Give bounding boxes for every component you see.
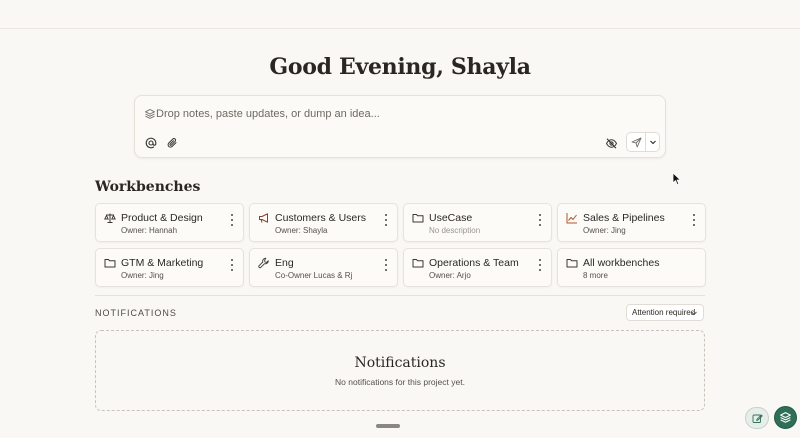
layers-icon bbox=[145, 109, 155, 119]
more-options-icon[interactable] bbox=[229, 214, 235, 226]
folder-icon bbox=[104, 259, 116, 268]
workbench-name: UseCase bbox=[429, 212, 473, 224]
attach-button[interactable] bbox=[164, 135, 180, 151]
workbench-card-sales-pipelines[interactable]: Sales & Pipelines Owner: Jing bbox=[557, 203, 706, 242]
send-options-button[interactable] bbox=[646, 133, 659, 151]
workbench-card-operations-team[interactable]: Operations & Team Owner: Arjo bbox=[403, 248, 552, 287]
send-group bbox=[626, 132, 660, 152]
notification-filter-select[interactable]: Attention required bbox=[626, 304, 704, 321]
eye-off-icon bbox=[605, 137, 617, 149]
workbench-name: Operations & Team bbox=[429, 257, 519, 269]
composer[interactable]: Drop notes, paste updates, or dump an id… bbox=[134, 95, 666, 158]
more-options-icon[interactable] bbox=[383, 259, 389, 271]
workbench-card-all-workbenches[interactable]: All workbenches 8 more bbox=[557, 248, 706, 287]
workbench-owner: Owner: Shayla bbox=[275, 226, 328, 235]
workbench-count: 8 more bbox=[583, 271, 608, 280]
more-options-icon[interactable] bbox=[229, 259, 235, 271]
workbench-card-eng[interactable]: Eng Co-Owner Lucas & Rj bbox=[249, 248, 398, 287]
workbench-card-customers-users[interactable]: Customers & Users Owner: Shayla bbox=[249, 203, 398, 242]
workbench-card-gtm-marketing[interactable]: GTM & Marketing Owner: Jing bbox=[95, 248, 244, 287]
at-sign-icon bbox=[145, 137, 157, 149]
workbenches-heading: Workbenches bbox=[95, 179, 201, 195]
workbench-description: No description bbox=[429, 226, 481, 235]
workbench-name: Customers & Users bbox=[275, 212, 367, 224]
workbench-name: All workbenches bbox=[583, 257, 660, 269]
folder-icon bbox=[412, 259, 424, 268]
layers-button[interactable] bbox=[774, 406, 797, 429]
workbench-owner: Owner: Jing bbox=[583, 226, 626, 235]
empty-state-text: No notifications for this project yet. bbox=[335, 377, 465, 387]
chart-line-icon bbox=[566, 213, 577, 224]
more-options-icon[interactable] bbox=[537, 259, 543, 271]
notification-filter-value: Attention required bbox=[632, 308, 696, 317]
layers-icon bbox=[780, 412, 791, 423]
drawer-handle[interactable] bbox=[376, 424, 400, 428]
send-button[interactable] bbox=[627, 133, 646, 151]
scale-icon bbox=[104, 213, 116, 223]
empty-state-title: Notifications bbox=[354, 355, 446, 371]
workbench-owner: Co-Owner Lucas & Rj bbox=[275, 271, 353, 280]
visibility-toggle[interactable] bbox=[603, 135, 619, 151]
workbench-owner: Owner: Jing bbox=[121, 271, 164, 280]
more-options-icon[interactable] bbox=[383, 214, 389, 226]
megaphone-icon bbox=[259, 213, 268, 223]
more-options-icon[interactable] bbox=[691, 214, 697, 226]
composer-input[interactable]: Drop notes, paste updates, or dump an id… bbox=[156, 108, 380, 120]
folder-icon bbox=[566, 259, 578, 268]
workbench-name: Eng bbox=[275, 257, 294, 269]
page-title: Good Evening, Shayla bbox=[269, 54, 531, 80]
new-note-button[interactable] bbox=[745, 407, 769, 429]
section-divider bbox=[95, 295, 705, 296]
more-options-icon[interactable] bbox=[537, 214, 543, 226]
folder-icon bbox=[412, 214, 424, 223]
send-icon bbox=[631, 137, 641, 147]
notifications-empty-state: Notifications No notifications for this … bbox=[95, 330, 705, 411]
notifications-heading: NOTIFICATIONS bbox=[95, 308, 177, 318]
paperclip-icon bbox=[167, 138, 177, 148]
chevron-down-icon bbox=[691, 311, 697, 316]
chevron-down-icon bbox=[649, 140, 656, 145]
edit-icon bbox=[752, 414, 763, 423]
mouse-cursor-icon bbox=[672, 172, 681, 185]
workbench-card-usecase[interactable]: UseCase No description bbox=[403, 203, 552, 242]
workbench-owner: Owner: Arjo bbox=[429, 271, 471, 280]
workbench-name: Sales & Pipelines bbox=[583, 212, 665, 224]
wrench-icon bbox=[258, 257, 269, 269]
mention-button[interactable] bbox=[143, 135, 159, 151]
workbench-name: GTM & Marketing bbox=[121, 257, 204, 269]
workbench-name: Product & Design bbox=[121, 212, 203, 224]
workbench-card-product-design[interactable]: Product & Design Owner: Hannah bbox=[95, 203, 244, 242]
top-divider bbox=[0, 28, 800, 29]
workbench-owner: Owner: Hannah bbox=[121, 226, 178, 235]
